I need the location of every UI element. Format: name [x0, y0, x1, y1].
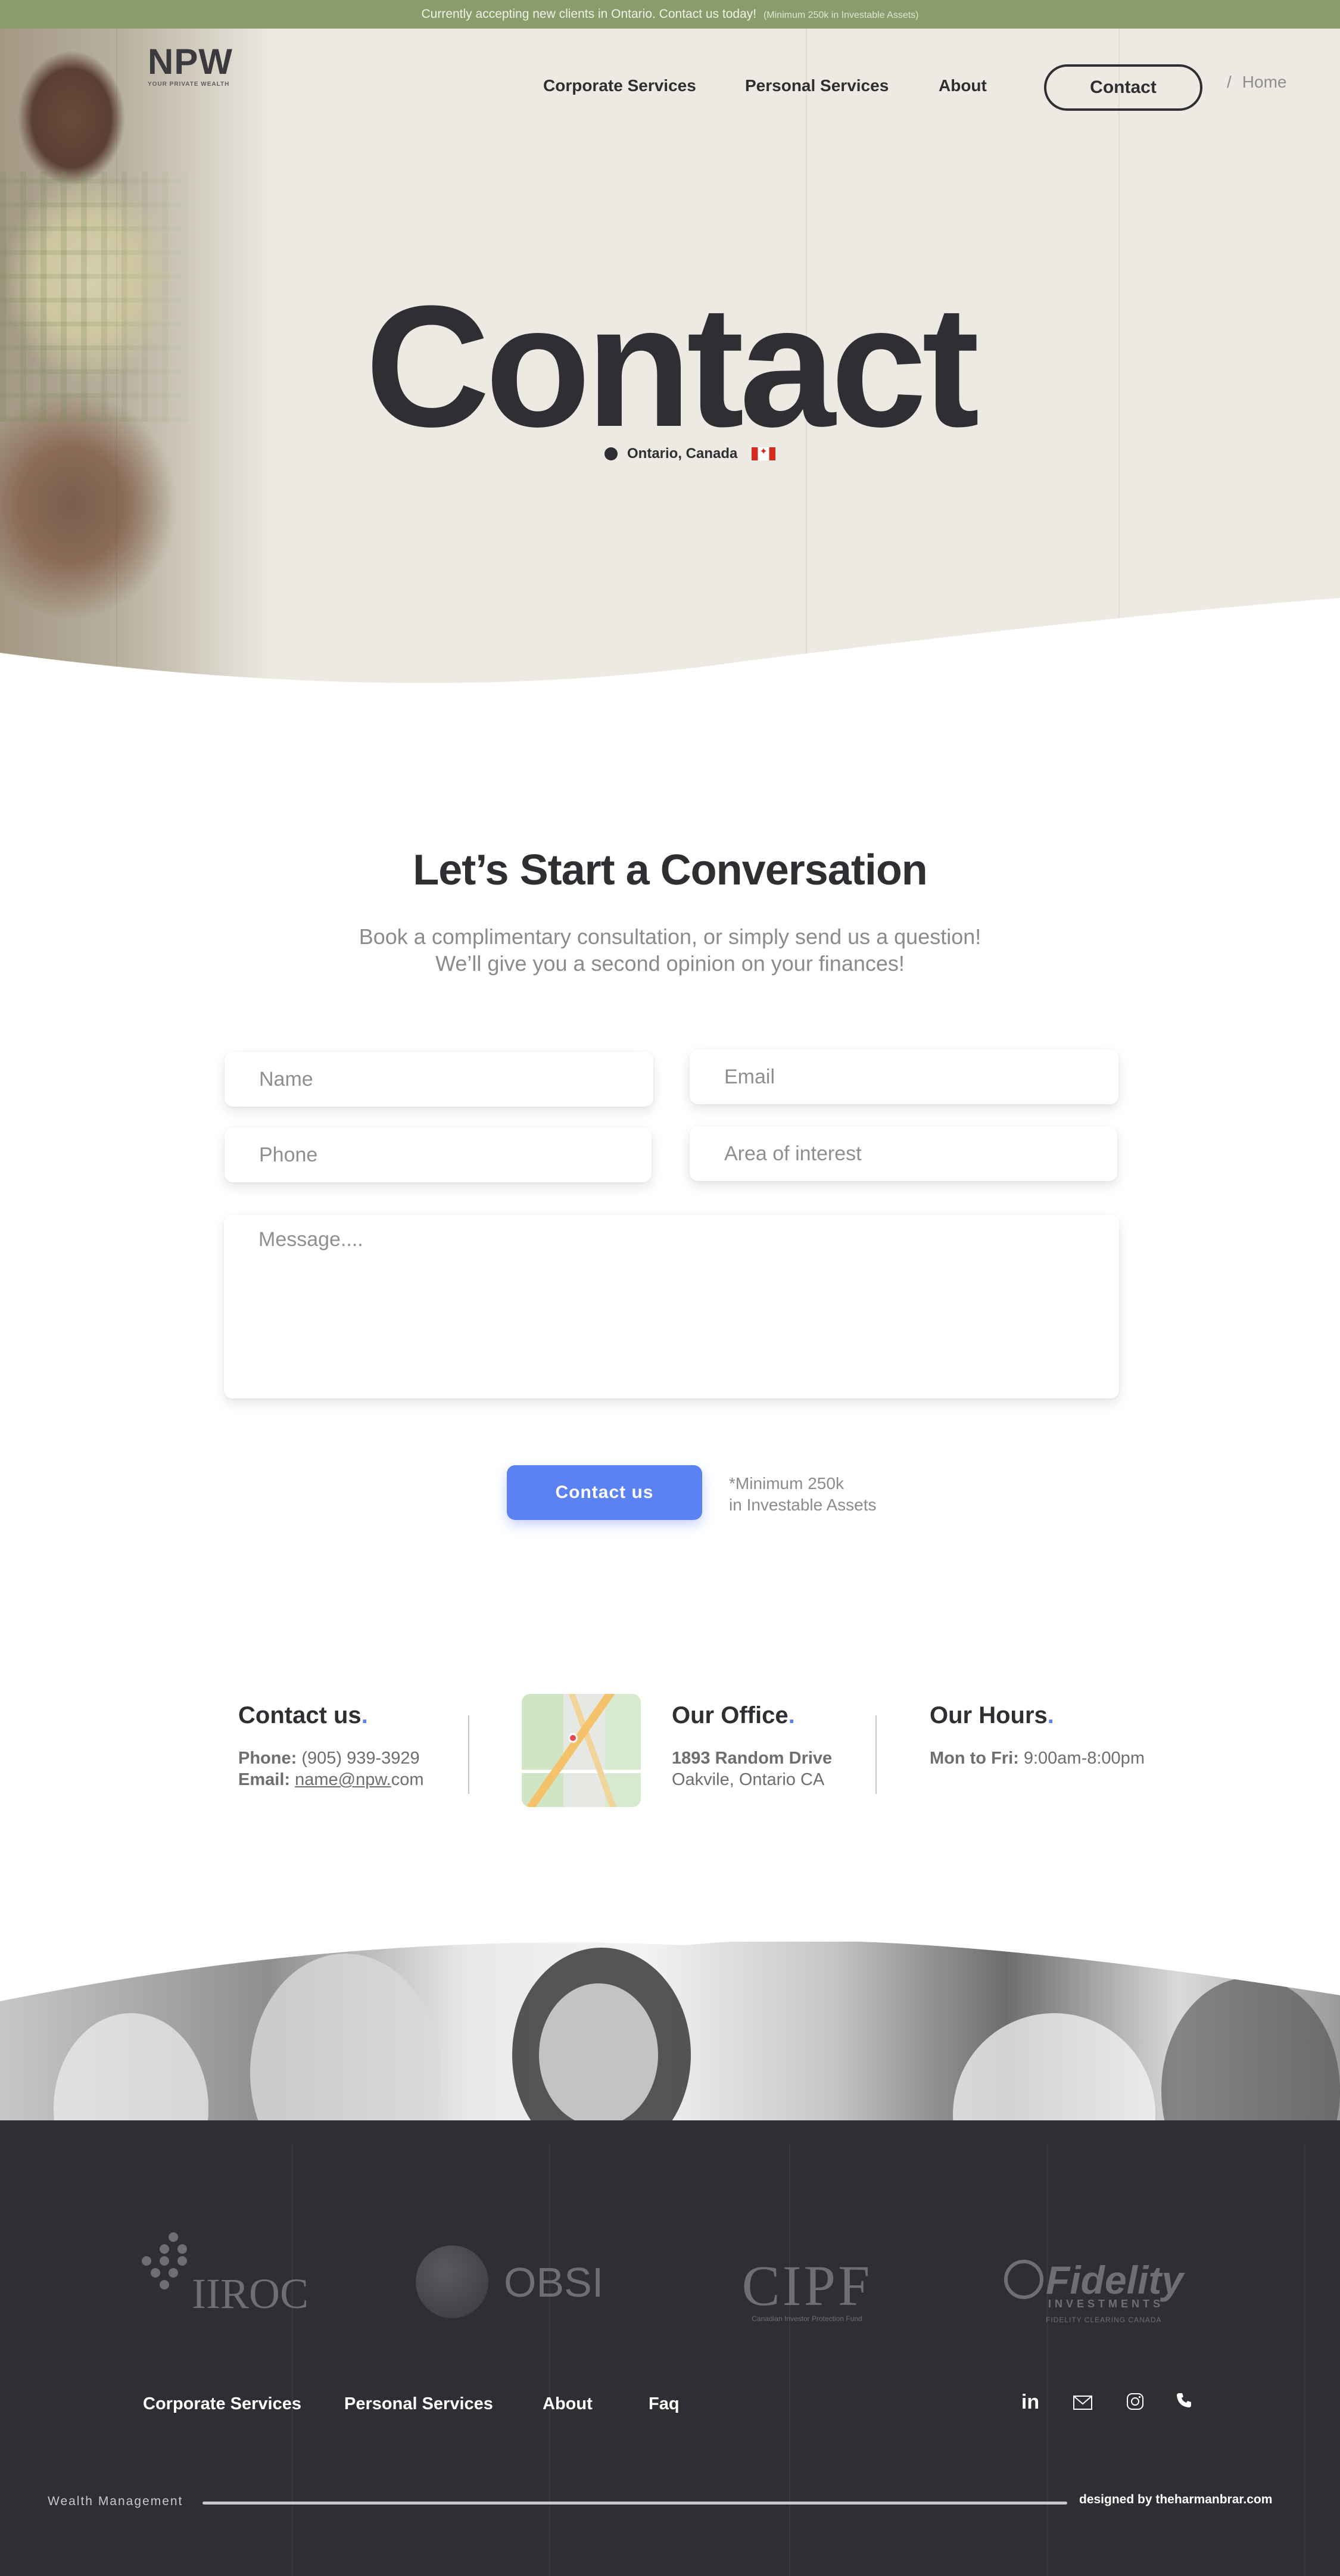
office-title: Our Office. [672, 1702, 795, 1728]
location-tag: Ontario, Canada [604, 446, 776, 462]
contact-info-title: Contact us. [238, 1702, 368, 1728]
contact-us-submit-button[interactable]: Contact us [507, 1465, 702, 1520]
minimum-note-line-1: *Minimum 250k [729, 1474, 844, 1493]
obsi-mountain-icon [416, 2245, 488, 2318]
grid-line [549, 2144, 550, 2576]
cipf-text: CIPF [741, 2254, 872, 2318]
contact-phone: Phone: (905) 939-3929 [238, 1749, 420, 1768]
footer-nav-faq[interactable]: Faq [649, 2394, 680, 2414]
nav-about[interactable]: About [939, 76, 987, 95]
mail-icon[interactable] [1071, 2394, 1095, 2415]
section-title: Let’s Start a Conversation [413, 846, 928, 894]
contact-email: Email: name@npw.com [238, 1770, 424, 1789]
footer-divider-line [202, 2502, 1067, 2505]
footer-top-curve [0, 1936, 1340, 2001]
fidelity-subtext-1: INVESTMENTS [1048, 2298, 1164, 2310]
footer-nav-corporate-services[interactable]: Corporate Services [143, 2394, 301, 2414]
minimum-note-line-2: in Investable Assets [729, 1496, 877, 1514]
name-field[interactable] [225, 1052, 653, 1107]
iiroc-text: IIROC [192, 2270, 308, 2318]
grid-line [1304, 2144, 1305, 2576]
phone-icon[interactable] [1172, 2392, 1196, 2413]
logo-mark: NPW [148, 42, 233, 82]
fidelity-text: Fidelity [1046, 2258, 1184, 2302]
designer-credit[interactable]: designed by theharmanbrar.com [1079, 2493, 1272, 2507]
fidelity-subtext-2: FIDELITY CLEARING CANADA [1046, 2316, 1162, 2324]
grid-line [292, 2144, 293, 2576]
page-title: Contact [365, 270, 979, 463]
office-map-thumbnail[interactable] [522, 1694, 641, 1807]
banner-note: (Minimum 250k in Investable Assets) [763, 10, 919, 20]
office-city: Oakvile, Ontario CA [672, 1770, 825, 1789]
instagram-icon[interactable] [1123, 2393, 1147, 2415]
fidelity-globe-icon [1004, 2260, 1043, 2299]
location-dot-icon [604, 447, 618, 460]
divider [468, 1715, 469, 1794]
minimum-assets-note: *Minimum 250k in Investable Assets [729, 1473, 876, 1516]
iiroc-logo: IIROC [141, 2231, 308, 2320]
footer-nav-personal-services[interactable]: Personal Services [344, 2394, 493, 2414]
divider [875, 1715, 877, 1794]
banner-text: Currently accepting new clients in Ontar… [421, 7, 757, 21]
phone-field[interactable] [225, 1127, 652, 1182]
breadcrumb-home[interactable]: Home [1242, 73, 1287, 91]
grid-line [1047, 2144, 1048, 2576]
breadcrumb: / Home [1227, 73, 1286, 92]
contact-nav-button[interactable]: Contact [1044, 64, 1202, 111]
logo[interactable]: NPW YOUR PRIVATE WEALTH [148, 44, 233, 88]
nav-corporate-services[interactable]: Corporate Services [543, 76, 696, 95]
map-pin-icon [568, 1733, 578, 1743]
announcement-banner: Currently accepting new clients in Ontar… [0, 0, 1340, 29]
nav-personal-services[interactable]: Personal Services [745, 76, 889, 95]
office-street: 1893 Random Drive [672, 1749, 833, 1768]
obsi-text: OBSI [504, 2259, 604, 2306]
section-subtitle-line-1: Book a complimentary consultation, or si… [359, 924, 981, 949]
obsi-logo: OBSI [416, 2245, 604, 2318]
canada-flag-icon [752, 446, 776, 460]
breadcrumb-separator: / [1227, 73, 1232, 91]
email-link[interactable]: name@npw. [295, 1770, 391, 1789]
cipf-subtext: Canadian Investor Protection Fund [752, 2315, 862, 2323]
footer-nav-about[interactable]: About [543, 2394, 593, 2414]
linkedin-icon[interactable]: in [1018, 2391, 1042, 2414]
location-text: Ontario, Canada [627, 446, 738, 462]
fidelity-logo: Fidelity INVESTMENTS FIDELITY CLEARING C… [1004, 2257, 1207, 2329]
logo-tagline: YOUR PRIVATE WEALTH [148, 81, 230, 88]
hours-title: Our Hours. [930, 1702, 1054, 1728]
area-of-interest-field[interactable] [690, 1126, 1117, 1181]
hero-bottom-curve [0, 598, 1340, 691]
email-field[interactable] [690, 1049, 1118, 1104]
footer-curve [0, 2129, 1340, 2204]
hours-text: Mon to Fri: 9:00am-8:00pm [930, 1749, 1145, 1768]
message-field[interactable] [224, 1215, 1119, 1398]
section-subtitle-line-2: We’ll give you a second opinion on your … [435, 951, 905, 976]
grid-line [789, 2144, 790, 2576]
footer-tagline: Wealth Management [48, 2494, 183, 2508]
cipf-logo: CIPF Canadian Investor Protection Fund [738, 2257, 875, 2329]
